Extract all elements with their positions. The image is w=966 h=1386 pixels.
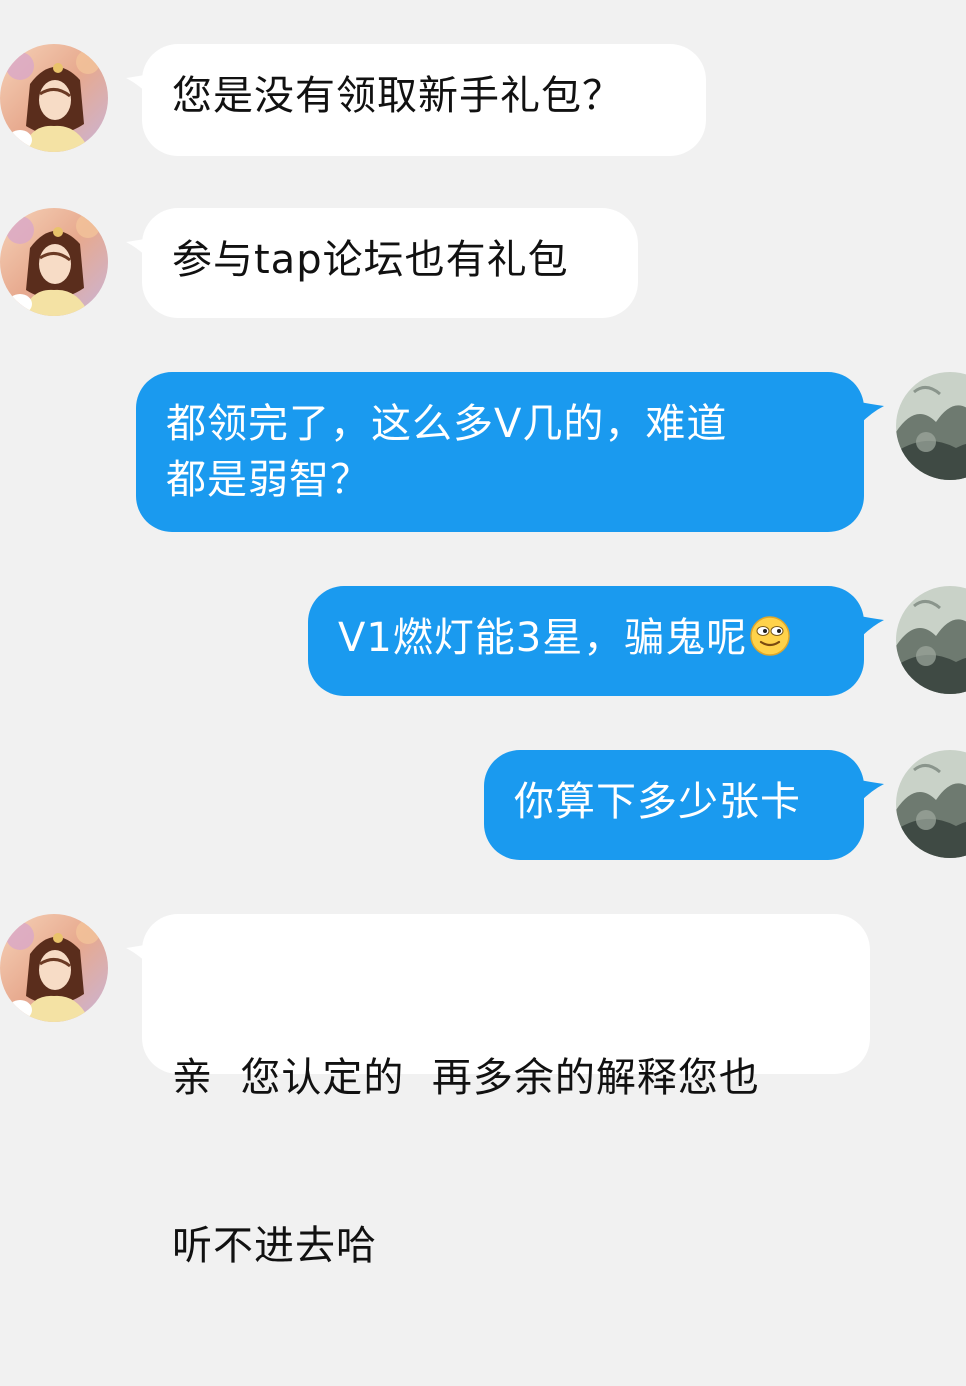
message-bubble[interactable]: V1燃灯能3星，骗鬼呢 xyxy=(308,586,864,696)
chat-thread: 您是没有领取新手礼包？ 参与tap论坛也有礼包 都领完了，这么多V几的，难道 都… xyxy=(0,0,966,1269)
message-text: 您是没有领取新手礼包？ xyxy=(172,73,623,119)
message-text: V1燃灯能3星，骗鬼呢 xyxy=(338,615,748,661)
incoming-message: 亲 您认定的 再多余的解释您也 听不进去哈 xyxy=(0,914,966,1269)
message-bubble[interactable]: 你算下多少张卡 xyxy=(484,750,864,860)
outgoing-message: 你算下多少张卡 xyxy=(0,750,966,860)
outgoing-message: V1燃灯能3星，骗鬼呢 xyxy=(0,586,966,696)
ink-landscape-avatar-icon xyxy=(896,750,966,858)
my-avatar[interactable] xyxy=(896,750,966,858)
ink-landscape-avatar-icon xyxy=(896,586,966,694)
female-character-avatar-icon xyxy=(0,208,108,316)
grinning-face-emoji-icon xyxy=(749,615,791,657)
message-bubble[interactable]: 参与tap论坛也有礼包 xyxy=(142,208,638,318)
message-text-line: 听不进去哈 xyxy=(172,1223,377,1269)
female-character-avatar-icon xyxy=(0,44,108,152)
sender-avatar[interactable] xyxy=(0,44,108,152)
my-avatar[interactable] xyxy=(896,586,966,694)
message-text-line: 亲 您认定的 再多余的解释您也 xyxy=(172,1055,760,1101)
sender-avatar[interactable] xyxy=(0,914,108,1022)
ink-landscape-avatar-icon xyxy=(896,372,966,480)
message-text-line: 都领完了，这么多V几的，难道 xyxy=(166,401,728,447)
sender-avatar[interactable] xyxy=(0,208,108,316)
my-avatar[interactable] xyxy=(896,372,966,480)
message-bubble[interactable]: 都领完了，这么多V几的，难道 都是弱智？ xyxy=(136,372,864,532)
incoming-message: 您是没有领取新手礼包？ xyxy=(0,44,966,156)
message-text: 你算下多少张卡 xyxy=(514,779,801,825)
female-character-avatar-icon xyxy=(0,914,108,1022)
message-text: 参与tap论坛也有礼包 xyxy=(172,237,569,283)
outgoing-message: 都领完了，这么多V几的，难道 都是弱智？ xyxy=(0,372,966,532)
message-text-line: 都是弱智？ xyxy=(166,457,371,503)
message-bubble[interactable]: 亲 您认定的 再多余的解释您也 听不进去哈 xyxy=(142,914,870,1269)
incoming-message: 参与tap论坛也有礼包 xyxy=(0,208,966,318)
message-bubble[interactable]: 您是没有领取新手礼包？ xyxy=(142,44,706,156)
